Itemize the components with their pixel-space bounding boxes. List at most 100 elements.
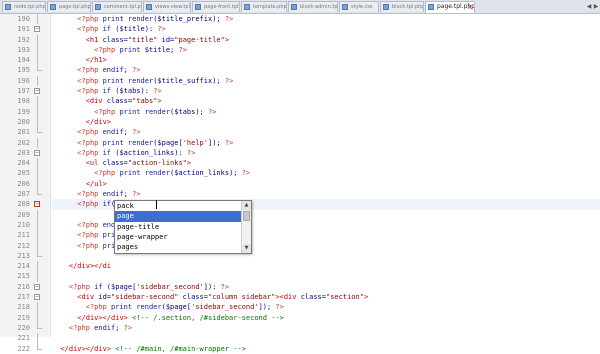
fold-marker[interactable]: − bbox=[31, 282, 45, 292]
line-number: 216 bbox=[17, 282, 30, 291]
tab-label: views-view.tpl.php bbox=[155, 4, 190, 10]
line-number: 195 bbox=[17, 66, 30, 75]
code-line[interactable]: </div></di bbox=[52, 261, 600, 271]
fold-marker bbox=[31, 44, 45, 56]
code-line[interactable]: </div> bbox=[52, 117, 600, 127]
code-line[interactable]: <?php print render($tabs); ?> bbox=[52, 107, 600, 117]
file-icon bbox=[5, 4, 11, 10]
autocomplete-item[interactable]: page bbox=[115, 211, 241, 222]
line-number: 206 bbox=[17, 179, 30, 188]
fold-marker bbox=[31, 65, 45, 75]
collapse-icon[interactable]: − bbox=[34, 283, 40, 290]
fold-marker bbox=[31, 271, 45, 282]
code-line[interactable]: </ul> bbox=[52, 179, 600, 189]
fold-marker bbox=[31, 178, 45, 190]
fold-marker bbox=[31, 116, 45, 128]
collapse-icon[interactable]: − bbox=[34, 201, 40, 208]
autocomplete-item[interactable]: pages bbox=[115, 242, 241, 252]
autocomplete-list[interactable]: pack page page-title page-wrapper pages bbox=[115, 201, 241, 253]
autocomplete-item[interactable]: page-title bbox=[115, 222, 241, 232]
file-icon bbox=[291, 4, 297, 10]
tab-10[interactable]: page.tpl.php x bbox=[425, 1, 475, 13]
collapse-icon[interactable]: − bbox=[34, 294, 40, 301]
code-line[interactable]: <?php print $title; ?> bbox=[52, 45, 600, 55]
autocomplete-popup[interactable]: pack page page-title page-wrapper pages ▲ ▼ bbox=[114, 200, 252, 254]
fold-marker bbox=[31, 127, 45, 137]
code-line[interactable]: <?php print render($title_suffix); ?> bbox=[52, 76, 600, 86]
code-line[interactable]: <ul class="action-links"> bbox=[52, 158, 600, 168]
code-line[interactable]: <div id="sidebar-second" class="column s… bbox=[52, 292, 600, 302]
code-line[interactable]: <?php if ($page['sidebar_second']): ?> bbox=[52, 282, 600, 292]
autocomplete-item[interactable]: page-wrapper bbox=[115, 232, 241, 242]
line-number: 221 bbox=[17, 334, 30, 343]
scroll-thumb[interactable] bbox=[243, 211, 250, 221]
fold-marker[interactable]: − bbox=[31, 292, 45, 302]
code-line[interactable]: <?php endif; ?> bbox=[52, 189, 600, 199]
scroll-up-icon[interactable]: ▲ bbox=[242, 201, 251, 210]
tab-3[interactable]: comment.tpl.php bbox=[92, 1, 142, 12]
code-line[interactable]: </h1> bbox=[52, 55, 600, 65]
line-number: 219 bbox=[17, 313, 30, 322]
code-line[interactable]: <h1 class="title" id="page-title"> bbox=[52, 35, 600, 45]
code-editor[interactable]: <?php print render($title_prefix); ?> <?… bbox=[52, 14, 600, 354]
code-line[interactable]: </div></div> <!-- /#main, /#main-wrapper… bbox=[52, 344, 600, 354]
tab-bar: node.tpl.php page.tpl.php comment.tpl.php v… bbox=[0, 0, 600, 14]
fold-marker[interactable]: − bbox=[31, 24, 45, 34]
fold-marker bbox=[31, 168, 45, 179]
line-number: 209 bbox=[17, 210, 30, 219]
line-number: 192 bbox=[17, 35, 30, 44]
collapse-icon[interactable]: − bbox=[34, 149, 40, 156]
fold-marker[interactable]: − bbox=[31, 86, 45, 96]
code-line[interactable]: <?php if ($title): ?> bbox=[52, 24, 600, 34]
tab-label: comment.tpl.php bbox=[104, 4, 141, 10]
code-line[interactable] bbox=[52, 271, 600, 281]
fold-marker bbox=[31, 302, 45, 313]
fold-marker[interactable]: − bbox=[31, 148, 45, 158]
tab-label: template.php bbox=[253, 4, 287, 10]
tab-6[interactable]: template.php bbox=[241, 1, 287, 12]
collapse-icon[interactable]: − bbox=[34, 88, 40, 95]
tab-9[interactable]: block.tpl.php bbox=[380, 1, 424, 12]
fold-margin: − − − − − − bbox=[31, 14, 45, 354]
line-number: 207 bbox=[17, 190, 30, 199]
tab-scroll-right-icon[interactable]: ▶ bbox=[593, 2, 599, 11]
line-number: 222 bbox=[17, 344, 30, 353]
line-number: 218 bbox=[17, 303, 30, 312]
code-line[interactable]: </div></div> <!-- /.section, /#sidebar-s… bbox=[52, 313, 600, 323]
code-line[interactable]: <?php if ($tabs): ?> bbox=[52, 86, 600, 96]
tab-4[interactable]: views-view.tpl.php bbox=[143, 1, 191, 12]
fold-marker bbox=[31, 158, 45, 169]
code-line[interactable]: <?php print render($page['sidebar_second… bbox=[52, 302, 600, 312]
tab-2[interactable]: page.tpl.php bbox=[47, 1, 91, 12]
code-line[interactable]: <?php endif; ?> bbox=[52, 65, 600, 75]
tab-1[interactable]: node.tpl.php bbox=[2, 1, 46, 12]
line-number: 197 bbox=[17, 87, 30, 96]
code-line[interactable]: <?php print render($action_links); ?> bbox=[52, 168, 600, 178]
tab-5[interactable]: page-front.tpl.php bbox=[192, 1, 240, 12]
line-number: 217 bbox=[17, 293, 30, 302]
fold-marker bbox=[31, 96, 45, 107]
collapse-icon[interactable]: − bbox=[34, 26, 40, 33]
line-number: 196 bbox=[17, 76, 30, 85]
code-line[interactable]: <?php endif; ?> bbox=[52, 323, 600, 333]
code-line[interactable]: <?php endif; ?> bbox=[52, 127, 600, 137]
scroll-down-icon[interactable]: ▼ bbox=[242, 244, 251, 253]
code-line[interactable]: <div class="tabs"> bbox=[52, 96, 600, 106]
line-number: 213 bbox=[17, 251, 30, 260]
code-line[interactable]: <?php if ($action_links): ?> bbox=[52, 148, 600, 158]
code-line[interactable]: <?php print render($page['help']); ?> bbox=[52, 138, 600, 148]
tab-7[interactable]: block-admin.tpl.php bbox=[288, 1, 338, 12]
autocomplete-scrollbar[interactable]: ▲ ▼ bbox=[241, 201, 251, 253]
code-line[interactable]: <?php print render($title_prefix); ?> bbox=[52, 14, 600, 24]
line-number: 194 bbox=[17, 56, 30, 65]
tab-scroll-left-icon[interactable]: ◀ bbox=[586, 2, 592, 11]
autocomplete-item[interactable]: pack bbox=[115, 201, 241, 211]
tab-8[interactable]: style.css bbox=[339, 1, 379, 12]
fold-marker[interactable]: − bbox=[31, 199, 45, 209]
fold-marker bbox=[31, 250, 45, 261]
line-number: 200 bbox=[17, 117, 30, 126]
code-line[interactable] bbox=[52, 333, 600, 343]
close-tab-icon[interactable]: x bbox=[468, 2, 472, 12]
fold-marker bbox=[31, 230, 45, 241]
file-icon bbox=[244, 4, 250, 10]
